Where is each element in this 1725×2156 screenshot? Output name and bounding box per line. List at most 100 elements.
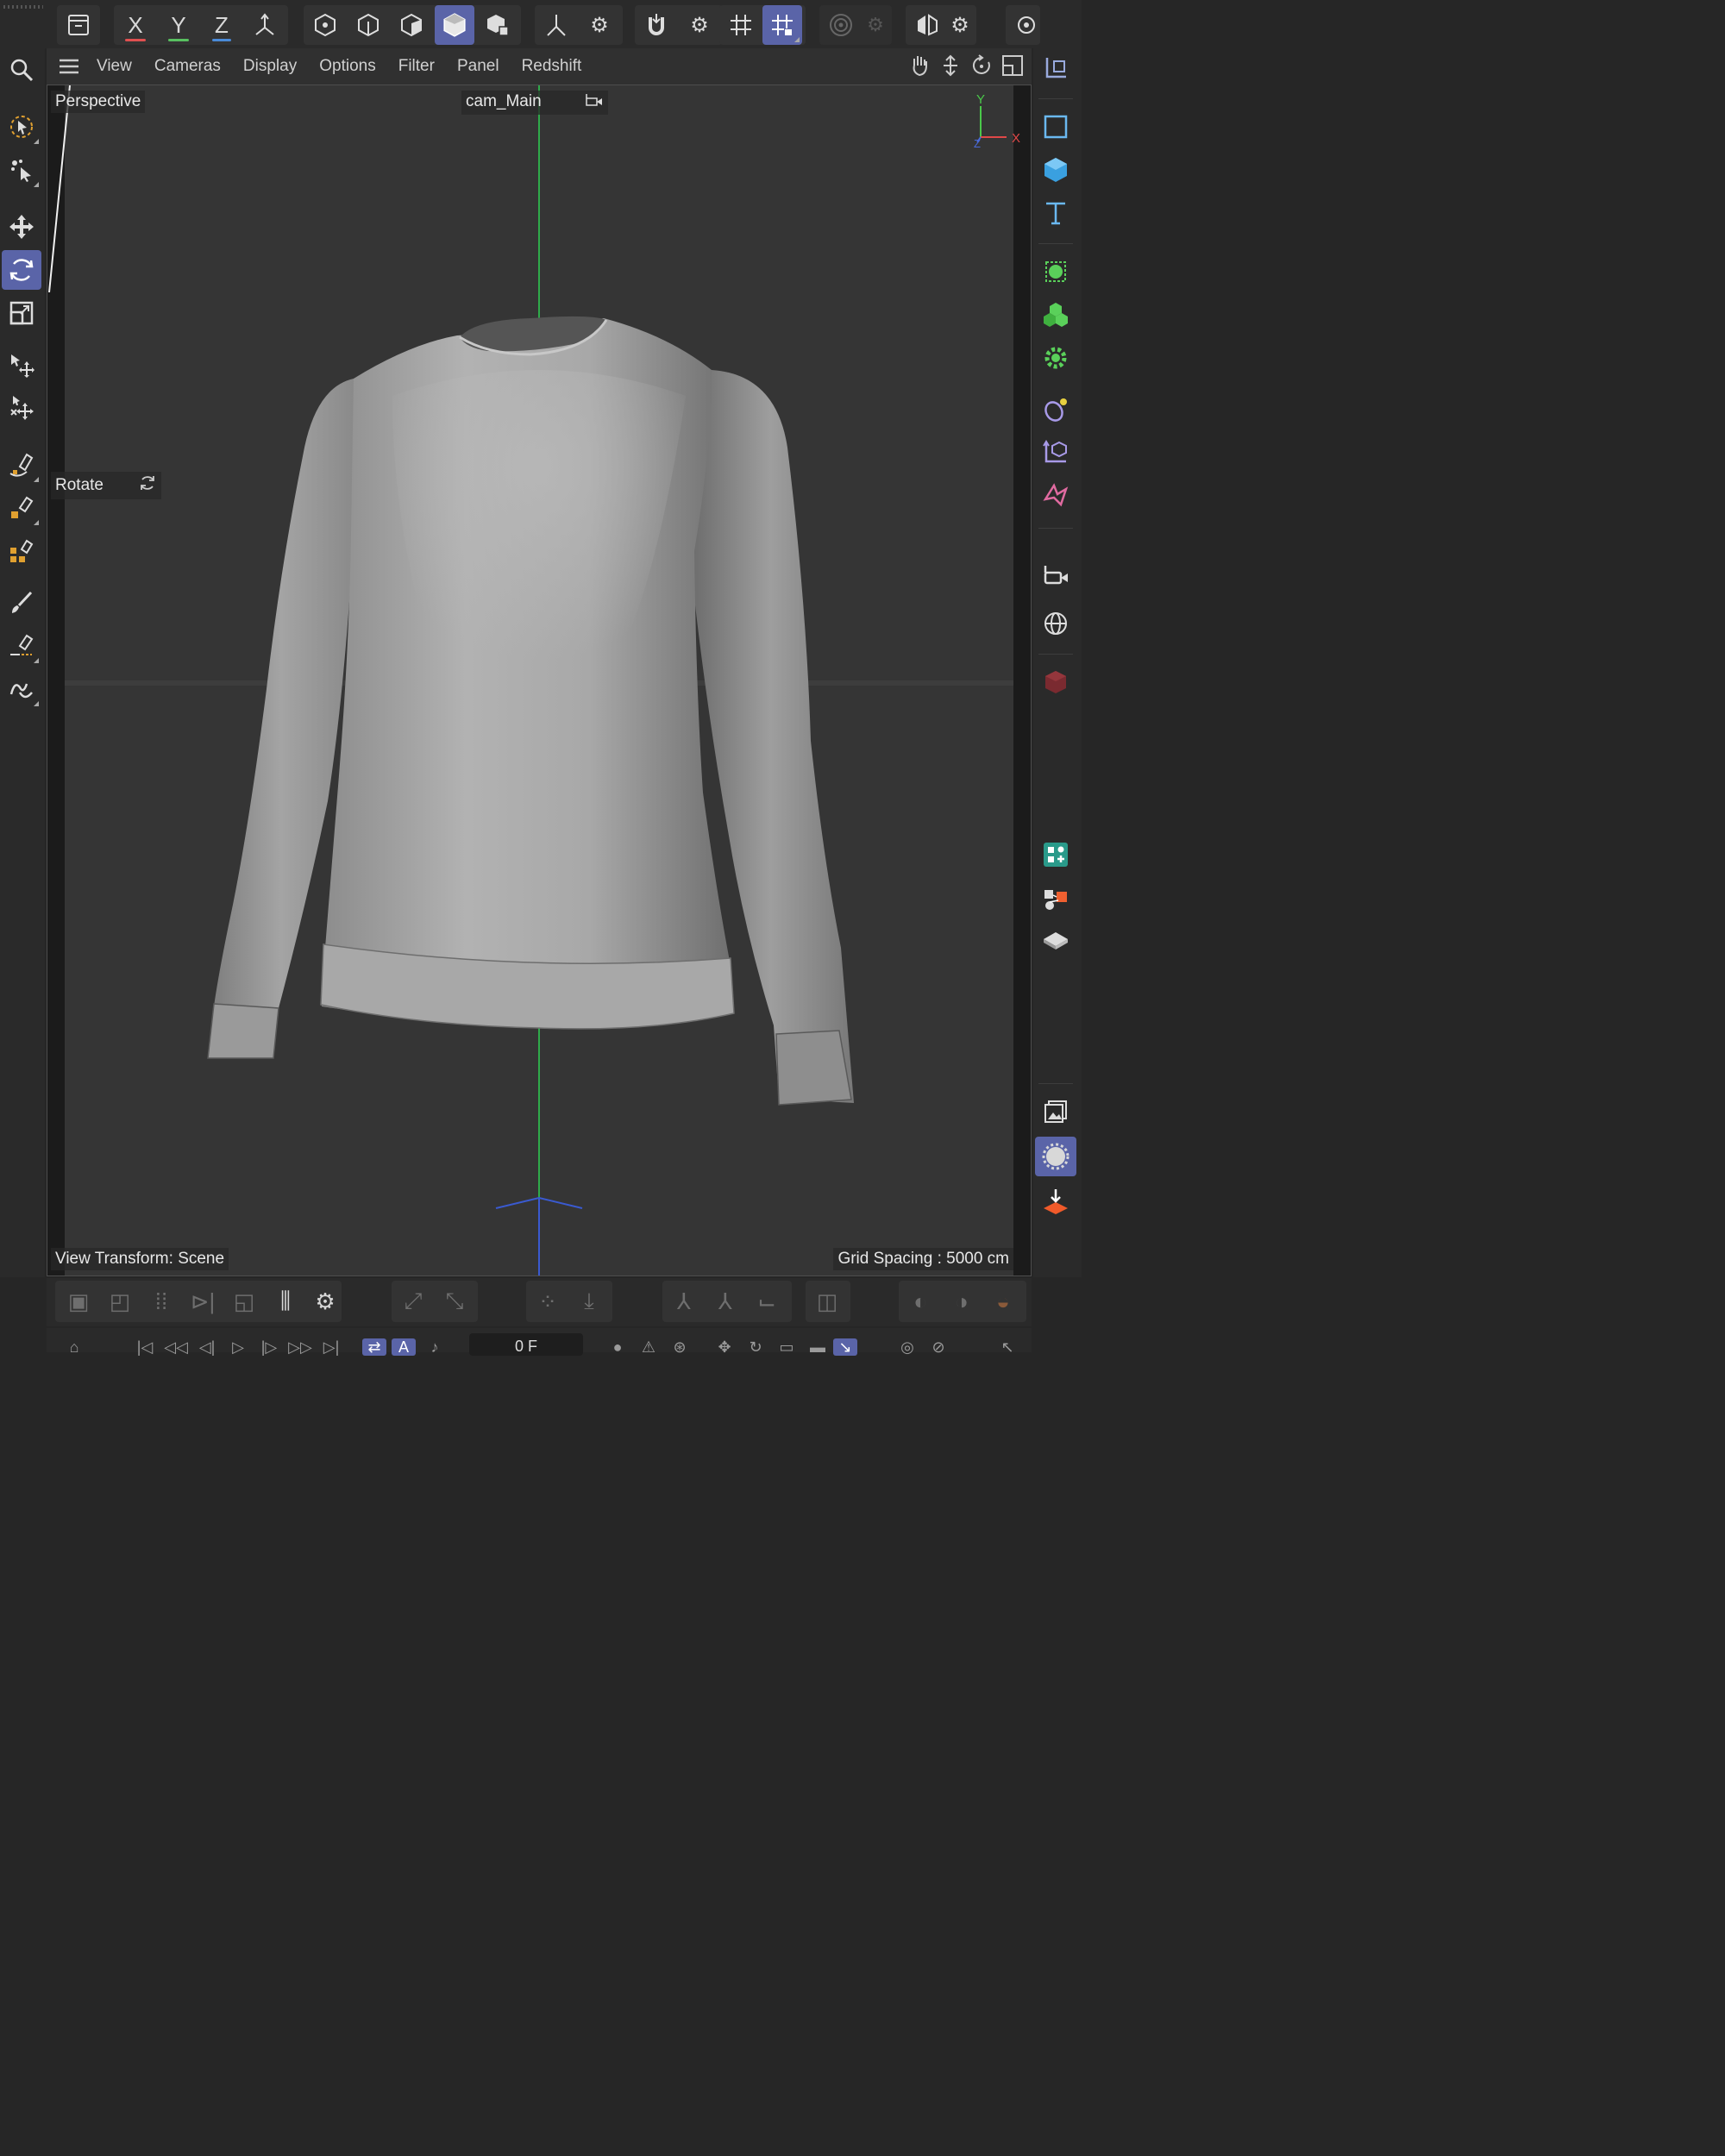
material-icon[interactable]: ◫	[807, 1281, 847, 1322]
keyframe-position-icon[interactable]: ✥	[712, 1338, 737, 1356]
go-to-end-icon[interactable]: ▷|	[319, 1338, 343, 1356]
search-icon[interactable]	[2, 50, 41, 90]
keyframe-range-icon[interactable]: ⊳|	[183, 1281, 223, 1322]
shading-quick-icon[interactable]: ◑	[942, 1281, 982, 1322]
axis-mode-icon[interactable]	[536, 5, 576, 45]
sound-icon[interactable]: ♪	[423, 1338, 447, 1356]
environment-globe-icon[interactable]	[1035, 604, 1076, 643]
multi-transform-icon[interactable]	[2, 388, 41, 428]
polygons-mode-icon[interactable]	[392, 5, 431, 45]
x-axis-lock-button[interactable]: X	[116, 5, 155, 45]
spline-smooth-icon[interactable]	[2, 531, 41, 571]
shading-lines-icon[interactable]: ◒	[983, 1281, 1023, 1322]
previous-frame-icon[interactable]: ◁|	[195, 1338, 219, 1356]
loop-icon[interactable]: ⇄	[362, 1338, 386, 1356]
expand-timeline-icon[interactable]: ↖	[995, 1338, 1019, 1356]
menu-display[interactable]: Display	[243, 57, 297, 76]
render-view-icon[interactable]: ▣	[59, 1281, 98, 1322]
render-to-po-icon[interactable]	[1035, 1181, 1076, 1221]
axis-up-icon[interactable]: ⅄	[706, 1281, 745, 1322]
shading-gouraud-icon[interactable]: ◐	[900, 1281, 940, 1322]
go-to-start-icon[interactable]: |◁	[133, 1338, 157, 1356]
keyframe-param-icon[interactable]: ▬	[806, 1338, 830, 1356]
hamburger-menu-icon[interactable]	[52, 58, 86, 75]
collapse-icon[interactable]: ⤡	[435, 1281, 474, 1322]
reset-axis-icon[interactable]	[1035, 48, 1076, 88]
coordinate-system-icon[interactable]	[245, 5, 285, 45]
onion-skin-icon[interactable]: ◎	[895, 1338, 919, 1356]
edges-mode-icon[interactable]	[348, 5, 388, 45]
maximize-icon[interactable]	[1000, 53, 1025, 82]
spline-arc-icon[interactable]	[2, 669, 41, 709]
z-axis-lock-button[interactable]: Z	[202, 5, 242, 45]
gear-icon[interactable]: ⚙	[856, 5, 895, 45]
render-grid-icon[interactable]: ⁞⁞	[141, 1281, 181, 1322]
keyframe-scale-icon[interactable]: ▭	[775, 1338, 799, 1356]
spline-wrap-icon[interactable]	[1035, 476, 1076, 516]
previous-key-icon[interactable]: ◁◁	[164, 1338, 188, 1356]
mograph-cloner-icon[interactable]	[1035, 295, 1076, 335]
scene-nodes-icon[interactable]	[1035, 878, 1076, 918]
cube-icon[interactable]	[1035, 150, 1076, 190]
render-settings-icon[interactable]	[1035, 1137, 1076, 1176]
gear-icon[interactable]: ⚙	[580, 5, 619, 45]
field-icon[interactable]	[1035, 390, 1076, 429]
brush-icon[interactable]	[2, 583, 41, 623]
floor-icon[interactable]	[1035, 921, 1076, 961]
view-icon[interactable]	[1006, 5, 1040, 45]
points-mode-icon[interactable]	[305, 5, 345, 45]
gear-icon[interactable]: ⚙	[680, 5, 719, 45]
undo-archive-icon[interactable]	[59, 5, 98, 45]
pan-icon[interactable]	[907, 53, 932, 82]
menu-filter[interactable]: Filter	[398, 57, 435, 76]
menu-options[interactable]: Options	[319, 57, 375, 76]
menu-redshift[interactable]: Redshift	[522, 57, 582, 76]
camera-label[interactable]: cam_Main	[461, 91, 608, 115]
spline-rectangle-icon[interactable]	[1035, 107, 1076, 147]
subdivision-surface-icon[interactable]	[1035, 252, 1076, 291]
toolbar-grip[interactable]	[3, 5, 43, 9]
transform-icon[interactable]	[2, 345, 41, 385]
deformer-gear-icon[interactable]	[1035, 338, 1076, 378]
menu-view[interactable]: View	[97, 57, 132, 76]
drop-to-floor-icon[interactable]: ⤓	[569, 1281, 609, 1322]
record-icon[interactable]: ●	[605, 1338, 630, 1356]
keyframe-rotation-icon[interactable]: ↻	[743, 1338, 768, 1356]
current-frame-field[interactable]: 0 F	[469, 1333, 583, 1356]
text-icon[interactable]	[1035, 193, 1076, 233]
scatter-points-icon[interactable]: ⁘	[528, 1281, 568, 1322]
tool-hud[interactable]: Rotate	[51, 472, 161, 499]
keyframe-pla-icon[interactable]: ↘	[833, 1338, 857, 1356]
picture-viewer-icon[interactable]	[1035, 1092, 1076, 1131]
dolly-icon[interactable]	[938, 53, 963, 82]
preview-range-icon[interactable]: ◱	[224, 1281, 264, 1322]
grid-snap-icon[interactable]	[721, 5, 761, 45]
camera-icon[interactable]	[1035, 555, 1076, 595]
snap-magnet-icon[interactable]	[637, 5, 676, 45]
hierarchy-icon[interactable]	[1035, 433, 1076, 473]
model-mode-icon[interactable]	[435, 5, 474, 45]
spline-pen-icon[interactable]	[2, 445, 41, 485]
expand-icon[interactable]: ⤢	[393, 1281, 433, 1322]
split-view-icon[interactable]: ⫼	[266, 1281, 305, 1322]
knife-icon[interactable]	[2, 626, 41, 666]
spline-sketch-icon[interactable]	[2, 488, 41, 528]
projection-label[interactable]: Perspective	[51, 91, 146, 113]
gear-icon[interactable]: ⚙	[305, 1281, 345, 1322]
next-key-icon[interactable]: ▷▷	[288, 1338, 312, 1356]
y-axis-lock-button[interactable]: Y	[159, 5, 198, 45]
texture-mode-icon[interactable]	[478, 5, 518, 45]
live-select-icon[interactable]	[2, 107, 41, 147]
play-icon[interactable]: ▷	[226, 1338, 250, 1356]
timeline-settings-icon[interactable]: ⊘	[926, 1338, 950, 1356]
render-region-icon[interactable]: ◰	[100, 1281, 140, 1322]
autokey-settings-icon[interactable]: ⊛	[668, 1338, 692, 1356]
orbit-icon[interactable]	[969, 53, 994, 82]
3d-viewport[interactable]: Perspective cam_Main Y X Z Rotate View T…	[47, 85, 1032, 1276]
selection-tool-icon[interactable]	[2, 150, 41, 190]
axis-reset-icon[interactable]: ⌙	[747, 1281, 787, 1322]
next-frame-icon[interactable]: |▷	[257, 1338, 281, 1356]
redshift-icon[interactable]	[1035, 662, 1076, 702]
menu-panel[interactable]: Panel	[457, 57, 499, 76]
scale-icon[interactable]	[2, 293, 41, 333]
